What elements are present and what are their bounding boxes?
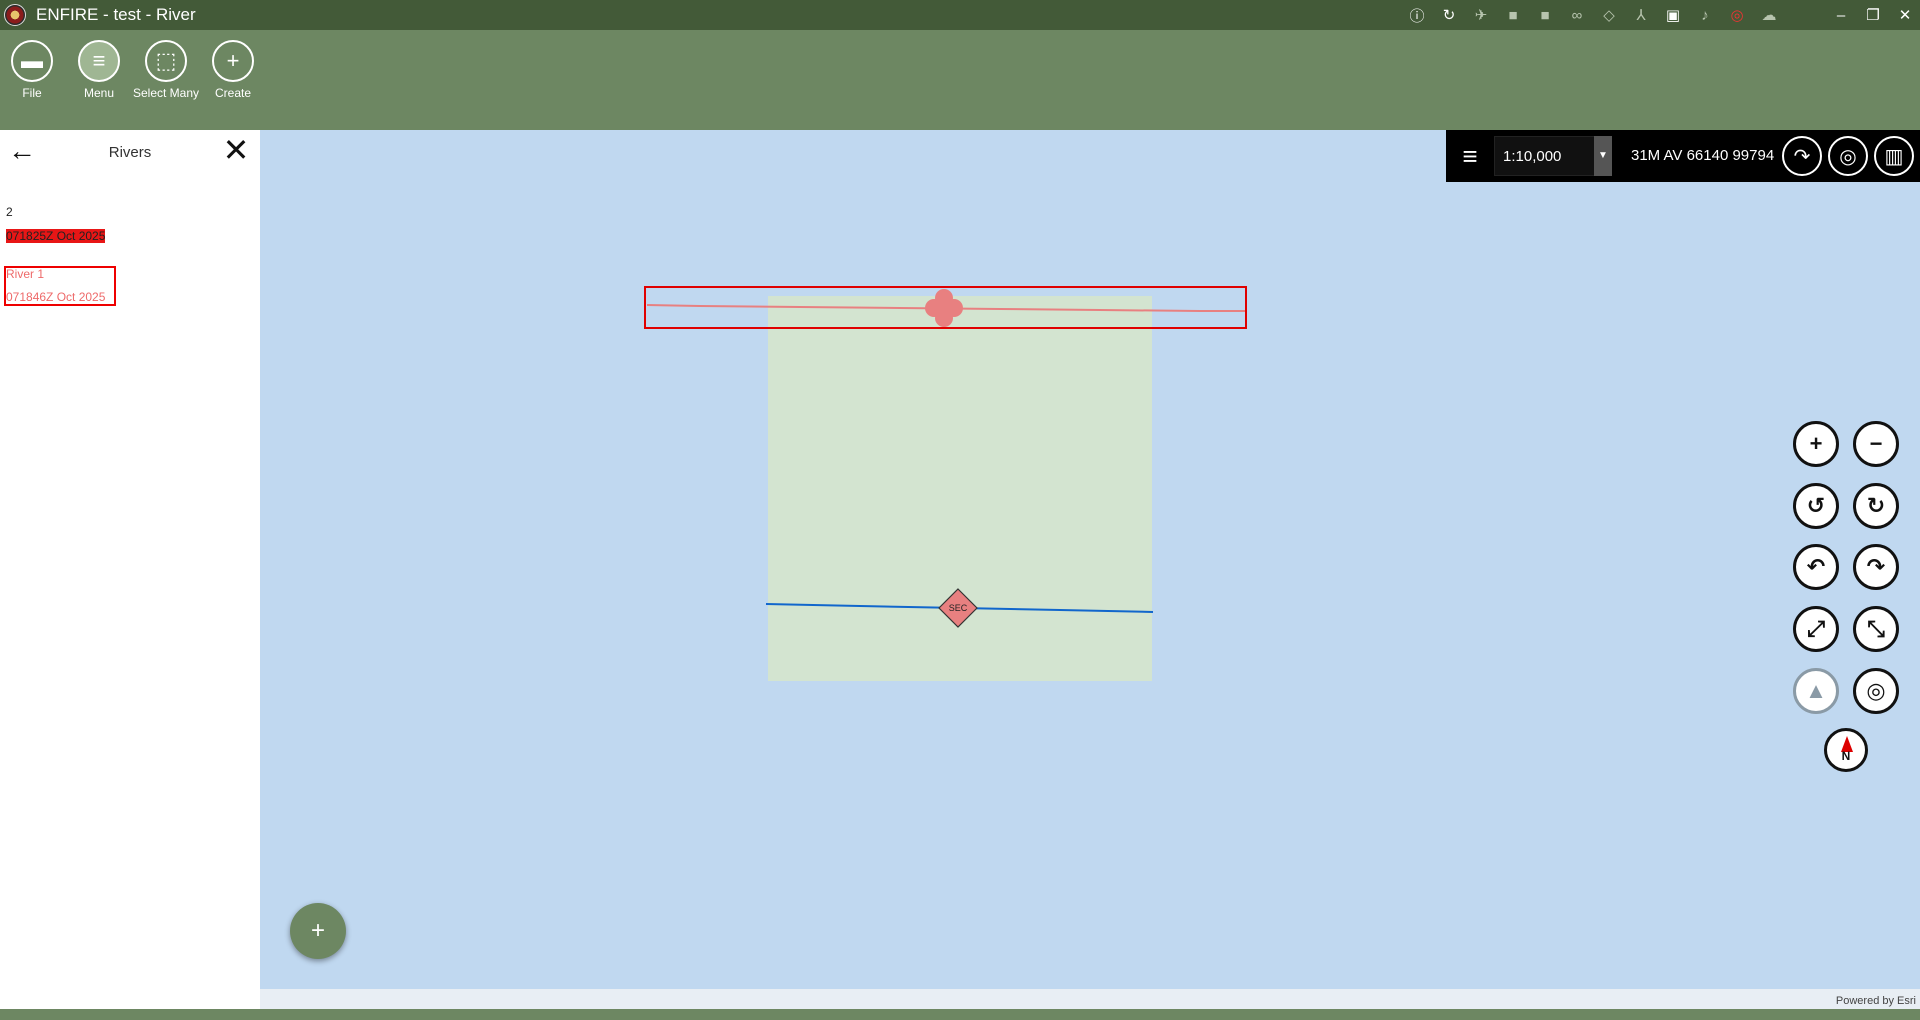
folder-icon: ▬ (11, 40, 53, 82)
map-view[interactable]: SEC Powered by Esri (260, 130, 1920, 1009)
undo-icon[interactable]: ↶ (1793, 544, 1839, 590)
map-info-bar: ≡ 1:10,000 ▼ 31M AV 66140 99794 ↷ ◎ ▥ (1446, 130, 1920, 182)
item-date: 071825Z Oct 2025 (6, 229, 106, 243)
window-controls: – ❐ ✕ (1824, 0, 1920, 30)
zoom-extent-icon[interactable]: ⤢ (1793, 606, 1839, 652)
menu-label: Menu (83, 86, 115, 100)
window-title: ENFIRE - test - River (36, 5, 196, 24)
select-many-label: Select Many (132, 86, 200, 100)
gps-icon[interactable]: ◎ (1853, 668, 1899, 714)
navigation-icon[interactable]: ▲ (1793, 668, 1839, 714)
file-button[interactable]: ▬ File (0, 40, 67, 100)
menu-icon: ≡ (78, 40, 120, 82)
zoom-out-icon[interactable]: − (1853, 421, 1899, 467)
app-logo (4, 4, 26, 26)
select-many-icon: ⬚ (145, 40, 187, 82)
refresh-icon[interactable]: ↻ (1438, 4, 1460, 26)
item-name: 2 (6, 205, 13, 219)
basemap-icon[interactable]: ▥ (1874, 136, 1914, 176)
rotate-map-icon[interactable]: ↷ (1782, 136, 1822, 176)
hamburger-icon[interactable]: ≡ (1456, 142, 1484, 170)
create-label: Create (214, 86, 252, 100)
zoom-in-icon[interactable]: + (1793, 421, 1839, 467)
title-bar: ENFIRE - test - River ⓘ ↻ ✈ ■ ■ ∞ ◇ ⅄ ▣ … (0, 0, 1920, 30)
camcorder-icon[interactable]: ▣ (1662, 4, 1684, 26)
restore-icon[interactable]: ❐ (1858, 0, 1888, 30)
file-label: File (22, 86, 42, 100)
selection-box (4, 266, 116, 306)
sec-label: SEC (949, 603, 968, 613)
minimize-icon[interactable]: – (1826, 0, 1856, 30)
close-icon[interactable]: ✕ (220, 134, 252, 166)
sync-icon[interactable]: ◎ (1726, 4, 1748, 26)
cube-icon[interactable]: ◇ (1598, 4, 1620, 26)
rotate-right-icon[interactable]: ↻ (1853, 483, 1899, 529)
close-window-icon[interactable]: ✕ (1890, 0, 1920, 30)
video-icon[interactable]: ■ (1502, 4, 1524, 26)
main-toolbar: ▬ File ≡ Menu ⬚ Select Many + Create (0, 30, 1920, 130)
bottom-strip (0, 1009, 1920, 1020)
satellite-icon[interactable]: ✈ (1470, 4, 1492, 26)
north-arrow-icon[interactable]: N (1824, 728, 1868, 772)
redo-icon[interactable]: ↷ (1853, 544, 1899, 590)
plus-icon: + (212, 40, 254, 82)
scale-select[interactable]: 1:10,000 (1494, 136, 1606, 176)
microphone-icon[interactable]: ♪ (1694, 4, 1716, 26)
coordinate-readout: 31M AV 66140 99794 (1631, 147, 1775, 164)
binoculars-icon[interactable]: ∞ (1566, 4, 1588, 26)
chevron-down-icon[interactable]: ▼ (1594, 136, 1612, 176)
rotate-left-icon[interactable]: ↺ (1793, 483, 1839, 529)
cloud-icon[interactable]: ☁ (1758, 4, 1780, 26)
locate-icon[interactable]: ◎ (1828, 136, 1868, 176)
attribution-bar: Powered by Esri (260, 989, 1920, 1009)
map-canvas: SEC (644, 286, 1247, 681)
zoom-layer-icon[interactable]: ⤡ (1853, 606, 1899, 652)
create-button[interactable]: + Create (198, 40, 268, 100)
panel-header: ← Rivers ✕ (0, 130, 260, 176)
info-icon[interactable]: ⓘ (1406, 4, 1428, 26)
select-many-button[interactable]: ⬚ Select Many (131, 40, 201, 100)
camera-icon[interactable]: ■ (1534, 4, 1556, 26)
add-fab-button[interactable]: + (290, 903, 346, 959)
status-icons: ⓘ ↻ ✈ ■ ■ ∞ ◇ ⅄ ▣ ♪ ◎ ☁ (1406, 0, 1780, 30)
menu-button[interactable]: ≡ Menu (64, 40, 134, 100)
attribution-text: Powered by Esri (1835, 995, 1916, 1007)
rivers-panel: ← Rivers ✕ 2 071825Z Oct 2025 River 1 07… (0, 130, 260, 1009)
axis-icon[interactable]: ⅄ (1630, 4, 1652, 26)
